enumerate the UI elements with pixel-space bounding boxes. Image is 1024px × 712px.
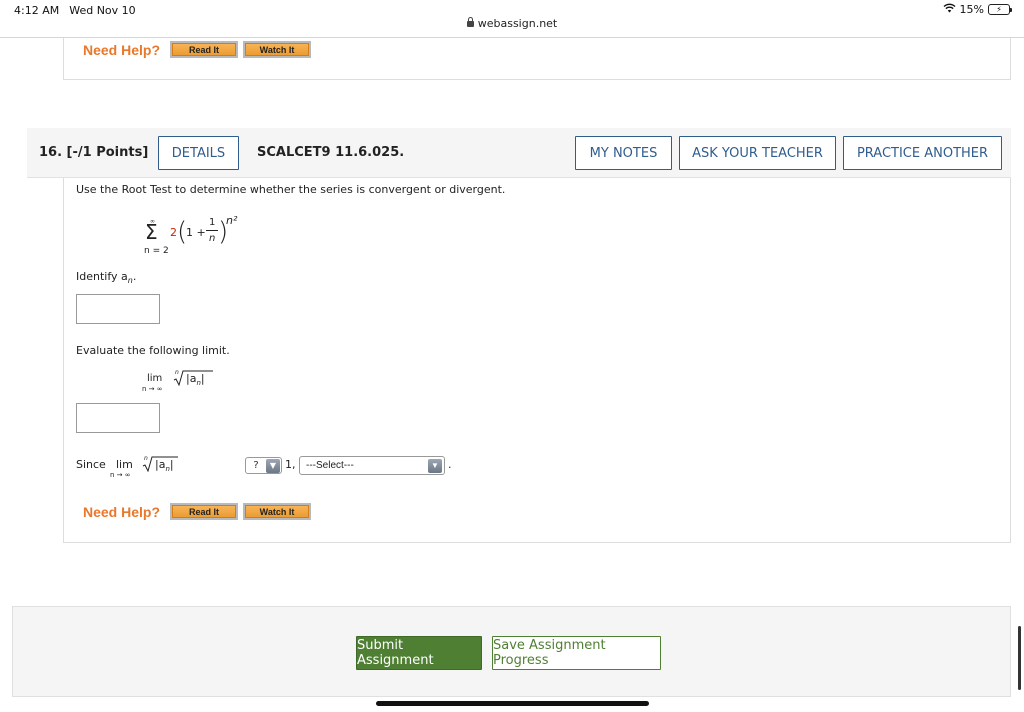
read-it-button[interactable]: Read It (170, 41, 239, 58)
date: Wed Nov 10 (69, 4, 136, 17)
details-button[interactable]: DETAILS (158, 136, 239, 170)
address-bar[interactable]: webassign.net (0, 17, 1024, 30)
question-prompt: Use the Root Test to determine whether t… (76, 183, 506, 196)
question-code: SCALCET9 11.6.025. (257, 145, 405, 160)
watch-it-button[interactable]: Watch It (243, 503, 312, 520)
series-coefficient: 2 (170, 226, 177, 239)
conclusion-select-value: ---Select--- (306, 460, 354, 471)
sigma-symbol: Σ (145, 220, 158, 244)
lim-text: lim (147, 373, 163, 384)
ask-your-teacher-button[interactable]: ASK YOUR TEACHER (679, 136, 836, 170)
one-plus: 1 + (186, 226, 206, 239)
conclusion-select[interactable]: ---Select--- ▼ (299, 456, 445, 475)
fraction-denominator: n (209, 233, 216, 244)
home-indicator[interactable] (376, 701, 649, 706)
comparison-select-value: ? (253, 460, 259, 471)
since-lim-text: lim (116, 458, 133, 471)
identify-label: Identify an. (76, 270, 136, 285)
evaluate-label: Evaluate the following limit. (76, 344, 230, 357)
status-indicators: 15% ⚡ (943, 3, 1012, 16)
series-exponent: n² (226, 214, 238, 227)
limit-value-input[interactable] (76, 403, 160, 433)
question-body: Use the Root Test to determine whether t… (63, 178, 1011, 543)
abs-an: |an| (186, 372, 205, 387)
comparison-select[interactable]: ? ▼ (245, 457, 282, 474)
question-number: 16. [-/1 Points] (39, 145, 149, 160)
read-it-button[interactable]: Read It (170, 503, 239, 520)
watch-it-button[interactable]: Watch It (243, 41, 312, 58)
url-text: webassign.net (477, 17, 558, 30)
fraction-bar (206, 230, 218, 231)
since-abs-open: |a (155, 458, 166, 471)
status-bar: 4:12 AM Wed Nov 10 webassign.net 15% ⚡ (0, 0, 1024, 38)
need-help-label: Need Help? (83, 503, 161, 520)
since-abs-an: |an| (155, 458, 174, 473)
identify-an-input[interactable] (76, 294, 160, 324)
scrollbar[interactable] (1018, 626, 1021, 690)
status-time: 4:12 AM Wed Nov 10 (14, 4, 146, 17)
need-help-row: Need Help? Read It Watch It (83, 503, 316, 520)
lock-icon (466, 17, 474, 27)
since-label: Since (76, 458, 106, 471)
battery-percent: 15% (959, 3, 984, 16)
wifi-icon (943, 3, 956, 16)
need-help-row: Need Help? Read It Watch It (83, 41, 316, 58)
one-comma: 1, (285, 458, 296, 471)
identify-text: Identify a (76, 270, 128, 283)
previous-question-panel: Need Help? Read It Watch It (63, 38, 1011, 80)
dropdown-arrow-icon: ▼ (428, 458, 442, 473)
abs-open: |a (186, 372, 197, 385)
my-notes-button[interactable]: MY NOTES (575, 136, 672, 170)
question-header: 16. [-/1 Points] DETAILS SCALCET9 11.6.0… (27, 128, 1011, 178)
battery-icon: ⚡ (988, 4, 1012, 15)
identify-period: . (132, 270, 137, 283)
lim-subscript: n → ∞ (142, 385, 163, 393)
fraction-numerator: 1 (209, 217, 216, 228)
submit-assignment-button[interactable]: Submit Assignment (356, 636, 482, 670)
practice-another-button[interactable]: PRACTICE ANOTHER (843, 136, 1002, 170)
assignment-footer: Submit Assignment Save Assignment Progre… (12, 606, 1011, 697)
clock: 4:12 AM (14, 4, 60, 17)
abs-close: | (200, 372, 205, 385)
need-help-label: Need Help? (83, 41, 161, 58)
dropdown-arrow-icon: ▼ (266, 458, 280, 473)
save-progress-button[interactable]: Save Assignment Progress (492, 636, 661, 670)
sum-lower-limit: n = 2 (144, 246, 169, 256)
since-lim-subscript: n → ∞ (110, 471, 131, 479)
end-period: . (448, 458, 452, 471)
since-abs-close: | (169, 458, 174, 471)
